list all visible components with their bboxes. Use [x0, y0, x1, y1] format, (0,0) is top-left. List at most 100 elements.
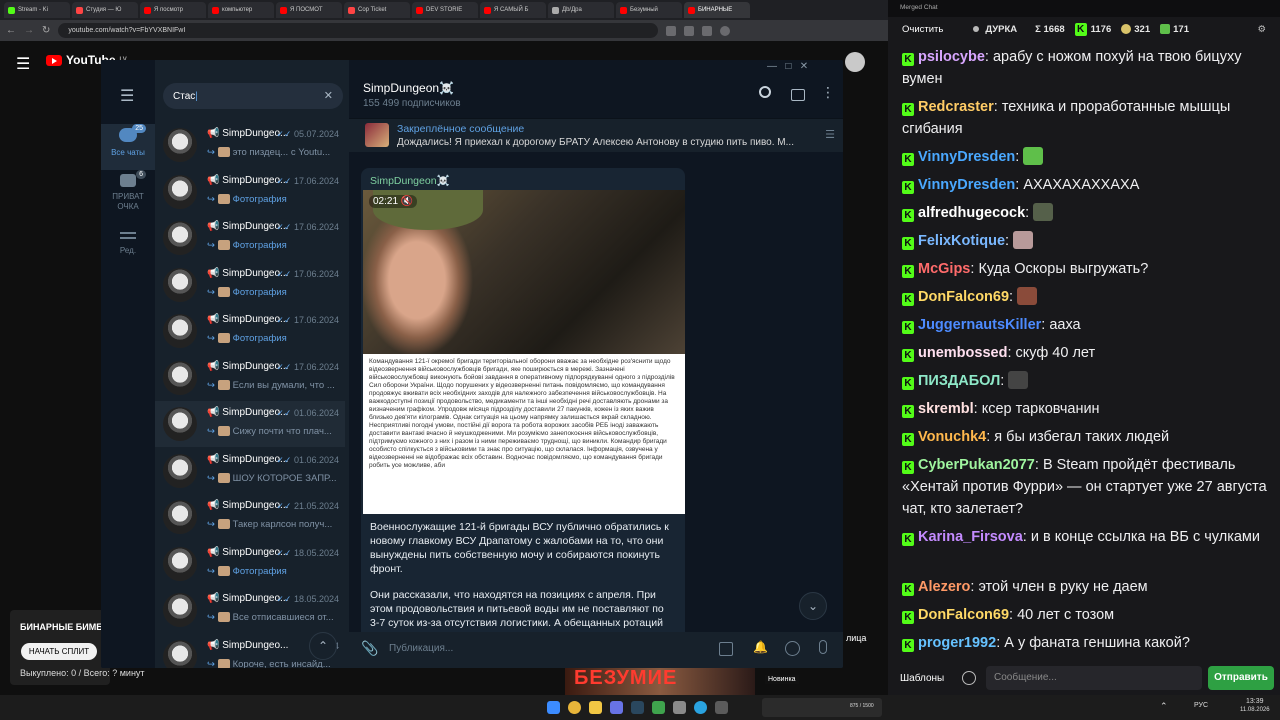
chat-username[interactable]: CyberPukan2077	[918, 457, 1035, 473]
chat-list-item[interactable]: 📢 SimpDungeo... ✓✓ 01.06.2024 ↪ ШОУ КОТОРО…	[155, 448, 345, 494]
app-icon[interactable]	[652, 701, 665, 714]
chat-username[interactable]: VinnyDresden	[918, 177, 1015, 193]
templates-button[interactable]: Шаблоны	[900, 673, 944, 684]
tray-chevron-icon[interactable]: ⌃	[1160, 701, 1168, 712]
app-icon[interactable]	[673, 701, 686, 714]
chat-username[interactable]: proger1992	[918, 635, 996, 651]
minimize-icon[interactable]: —	[767, 61, 777, 72]
chat-list-item[interactable]: 📢 SimpDungeo... ✓✓ 05.07.2024 ↪ это пиздец…	[155, 122, 345, 168]
menu-icon[interactable]: ☰	[120, 86, 134, 106]
chat-username[interactable]: Alezero	[918, 579, 970, 595]
chat-list-item[interactable]: 📢 SimpDungeo... ✓✓ 21.05.2024 ↪ Такер карл…	[155, 494, 345, 540]
video-player[interactable]: 02:21 🔇	[363, 190, 685, 354]
chat-list-item[interactable]: 📢 SimpDungeo... ✓✓ 17.06.2024 ↪ Фотография	[155, 169, 345, 215]
chat-username[interactable]: skrembl	[918, 401, 974, 417]
chat-message: K Karina_Firsova: и в конце ссылка на ВБ …	[902, 526, 1268, 548]
browser-tab-bar: Stream - Ki Студия — ЮЯ посмотр компьютер Я…	[0, 0, 888, 20]
chat-username[interactable]: alfredhugecock	[918, 205, 1025, 221]
discord-icon[interactable]	[610, 701, 623, 714]
extension-icon[interactable]	[666, 25, 677, 36]
message-input[interactable]: Сообщение...	[986, 666, 1202, 690]
bell-icon[interactable]: 🔔	[753, 640, 768, 654]
chat-list-item[interactable]: 📢 SimpDungeo... ✓✓ 18.05.2024 ↪ Все отписа…	[155, 587, 345, 633]
scroll-up-button[interactable]: ⌃	[309, 632, 337, 660]
chat-list-item[interactable]: 📢 SimpDungeo... ✓✓ 17.06.2024 ↪ Если вы ду…	[155, 355, 345, 401]
emoji-icon[interactable]	[785, 641, 800, 656]
clear-search-icon[interactable]: ✕	[324, 89, 333, 102]
chat-username[interactable]: DonFalcon69	[918, 289, 1009, 305]
chat-username[interactable]: DonFalcon69	[918, 607, 1009, 623]
browser-tab[interactable]: Stream - Ki	[4, 2, 70, 18]
sidebar-toggle-icon[interactable]	[791, 89, 805, 101]
search-icon[interactable]	[759, 86, 771, 98]
start-icon[interactable]	[547, 701, 560, 714]
chat-list-item[interactable]: 📢 SimpDungeo... ✓✓ 17.06.2024 ↪ Фотография	[155, 215, 345, 261]
browser-tab[interactable]: Безумный	[616, 2, 682, 18]
browser-tab[interactable]: компьютер	[208, 2, 274, 18]
chat-username[interactable]: VinnyDresden	[918, 149, 1015, 165]
chat-username[interactable]: Vonuchk4	[918, 429, 986, 445]
maximize-icon[interactable]: □	[785, 61, 791, 72]
microphone-icon[interactable]	[819, 640, 827, 654]
close-icon[interactable]: ✕	[800, 61, 808, 72]
clock-time[interactable]: 13:39	[1246, 698, 1264, 705]
channel-title[interactable]: SimpDungeon☠️	[363, 81, 454, 95]
browser-tab[interactable]: Я ПОСМОТ	[276, 2, 342, 18]
settings-icon[interactable]: ⚙	[1257, 24, 1266, 35]
chat-username[interactable]: Redcraster	[918, 99, 994, 115]
chat-username[interactable]: McGips	[918, 261, 970, 277]
attach-icon[interactable]: 📎	[361, 640, 378, 657]
start-split-button[interactable]: НАЧАТЬ СПЛИТ	[21, 643, 97, 660]
chat-list-item[interactable]: 📢 SimpDungeo... ✓✓ 17.06.2024 ↪ Фотография	[155, 308, 345, 354]
chat-list-item[interactable]: 📢 SimpDungeo... ✓✓ 17.06.2024 ↪ Фотография	[155, 262, 345, 308]
explorer-icon[interactable]	[589, 701, 602, 714]
avatar[interactable]	[845, 52, 865, 72]
clear-button[interactable]: Очистить	[902, 24, 943, 35]
profile-icon[interactable]	[720, 25, 731, 36]
pinned-message-bar[interactable]: Закреплённое сообщение Дождались! Я прие…	[349, 118, 843, 152]
clock-date[interactable]: 11.08.2026	[1240, 707, 1270, 713]
mute-icon[interactable]: 🔇	[401, 196, 413, 207]
browser-tab[interactable]: Я посмотр	[140, 2, 206, 18]
forward-icon[interactable]: →	[24, 25, 34, 36]
chat-username[interactable]: JuggernautsKiller	[918, 317, 1041, 333]
folder-edit[interactable]: Ред.	[101, 230, 155, 264]
send-button[interactable]: Отправить	[1208, 666, 1274, 690]
search-input[interactable]: Стас | ✕	[163, 83, 343, 109]
reload-icon[interactable]: ↻	[42, 25, 50, 36]
chat-list-item[interactable]: 📢 SimpDungeo... ✓✓ 18.05.2024 ↪ Фотография	[155, 541, 345, 587]
scroll-down-button[interactable]: ⌄	[799, 592, 827, 620]
folder-private[interactable]: 6 ПРИВАТ ОЧКА	[101, 170, 155, 220]
post-author[interactable]: SimpDungeon☠️	[370, 174, 450, 187]
chat-message: K Vonuchk4: я бы избегал таких людей	[902, 426, 1268, 448]
message-input[interactable]: Публикация...	[389, 643, 453, 654]
chat-username[interactable]: FelixKotique	[918, 233, 1005, 249]
extension-icon[interactable]	[702, 25, 713, 36]
forward-icon: ↪	[207, 612, 215, 623]
chrome-icon[interactable]	[568, 701, 581, 714]
hamburger-menu-icon[interactable]: ☰	[16, 54, 30, 74]
language-indicator[interactable]: РУС	[1194, 702, 1208, 709]
app-icon[interactable]	[715, 701, 728, 714]
chat-username[interactable]: unembossed	[918, 345, 1007, 361]
pinned-list-icon[interactable]: ☰	[825, 128, 835, 141]
back-icon[interactable]: ←	[6, 25, 16, 36]
browser-tab[interactable]: Я САМЫЙ Б	[480, 2, 546, 18]
extension-icon[interactable]	[684, 25, 695, 36]
calendar-icon[interactable]	[719, 642, 733, 656]
chat-username[interactable]: Karina_Firsova	[918, 529, 1023, 545]
url-field[interactable]: youtube.com/watch?v=FbYVXBNIFwI	[58, 23, 659, 38]
browser-tab[interactable]: Cop Ticket	[344, 2, 410, 18]
browser-tab[interactable]: DEV STORIE	[412, 2, 478, 18]
browser-tab[interactable]: Дb/Дра	[548, 2, 614, 18]
chat-username[interactable]: psilocybe	[918, 49, 985, 65]
telegram-icon[interactable]	[694, 701, 707, 714]
folder-all-chats[interactable]: 25 Все чаты	[101, 124, 155, 170]
browser-tab[interactable]: БИНАРНЫЕ	[684, 2, 750, 18]
chat-username[interactable]: ПИЗДАБОЛ	[918, 373, 1000, 389]
chat-list-item[interactable]: 📢 SimpDungeo... ✓✓ 01.06.2024 ↪ Сижу почти…	[155, 401, 345, 447]
more-icon[interactable]: ⋮	[821, 84, 835, 101]
emoji-icon[interactable]	[962, 671, 976, 685]
steam-icon[interactable]	[631, 701, 644, 714]
browser-tab[interactable]: Студия — Ю	[72, 2, 138, 18]
